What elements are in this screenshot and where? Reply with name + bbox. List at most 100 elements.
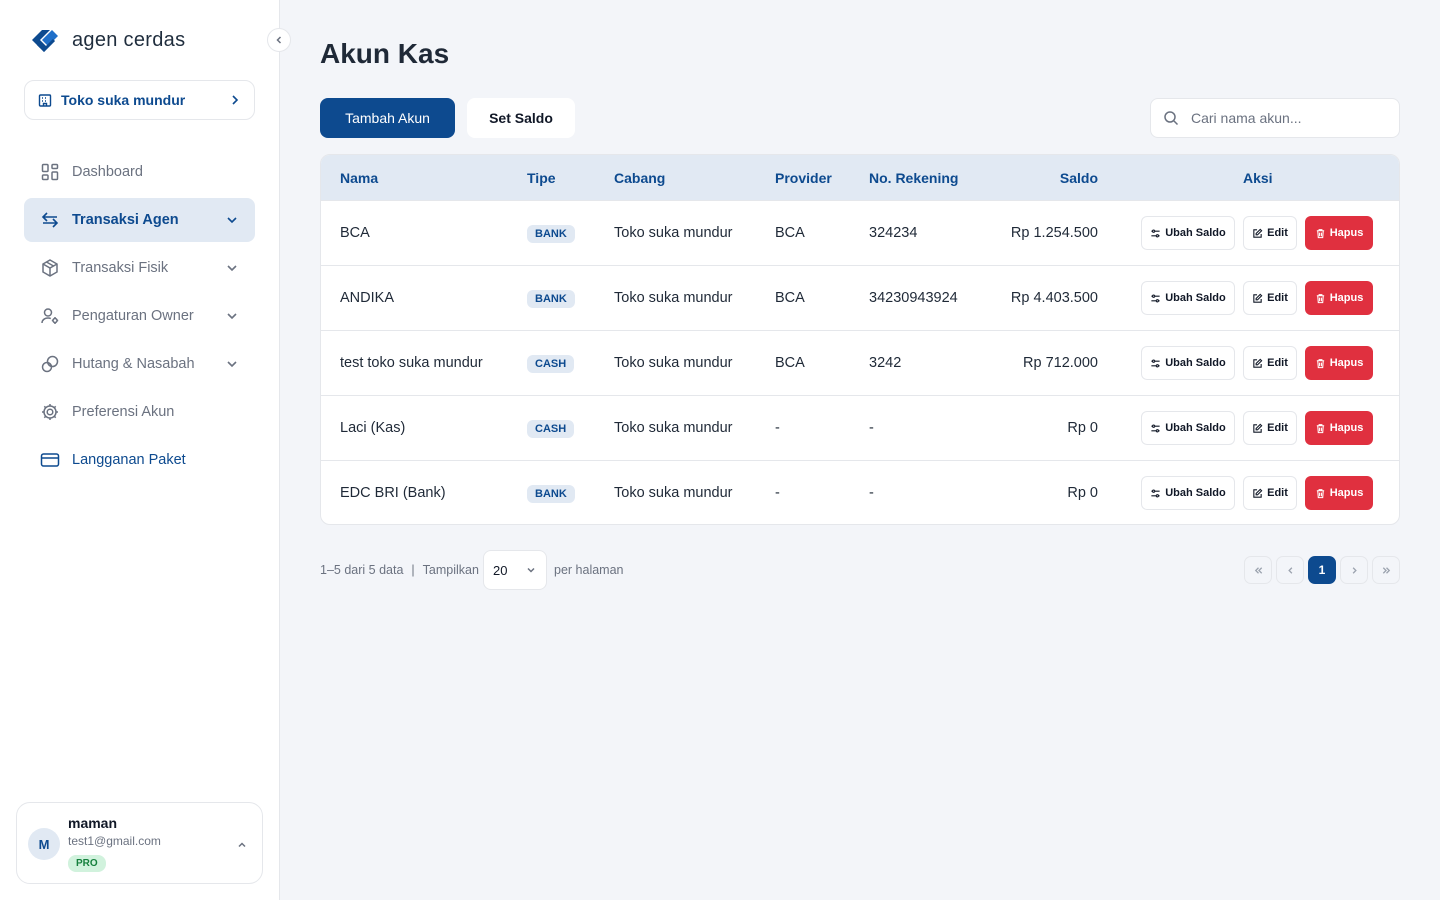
per-page-label: per halaman — [554, 563, 624, 577]
header-cabang[interactable]: Cabang — [614, 170, 665, 186]
edit-button[interactable]: Edit — [1243, 476, 1297, 510]
gear-icon — [42, 404, 58, 420]
nav-label: Dashboard — [72, 164, 143, 180]
header-nama[interactable]: Nama — [340, 170, 378, 186]
search-input[interactable] — [1191, 110, 1371, 126]
type-badge: CASH — [527, 420, 575, 438]
chevron-down-icon — [227, 265, 237, 272]
page-title: Akun Kas — [320, 38, 450, 69]
user-card[interactable]: M maman test1@gmail.com PRO — [16, 802, 263, 884]
ubah-saldo-button[interactable]: Ubah Saldo — [1141, 476, 1235, 510]
ubah-saldo-button[interactable]: Ubah Saldo — [1141, 346, 1235, 380]
cell-rekening: 3242 — [869, 355, 902, 371]
cell-saldo: Rp 4.403.500 — [1010, 290, 1098, 306]
sliders-icon — [1151, 489, 1160, 497]
chevron-right-icon — [232, 95, 239, 105]
cell-saldo: Rp 0 — [1067, 485, 1098, 501]
ubah-saldo-button[interactable]: Ubah Saldo — [1141, 216, 1235, 250]
cell-cabang: Toko suka mundur — [614, 355, 733, 371]
nav-item-dashboard[interactable]: Dashboard — [24, 150, 255, 194]
page-size-value: 20 — [493, 562, 508, 578]
collapse-sidebar-button[interactable] — [267, 28, 291, 52]
chevron-right-icon — [1352, 566, 1357, 574]
trash-icon — [1316, 293, 1324, 303]
trash-icon — [1316, 488, 1324, 498]
button-label: Hapus — [1329, 422, 1364, 434]
chevron-left-icon — [1287, 566, 1292, 574]
button-label: Edit — [1267, 487, 1288, 499]
cell-provider: BCA — [775, 290, 805, 306]
double-chevron-left-icon — [1254, 566, 1262, 574]
nav-item-transaksi-fisik[interactable]: Transaksi Fisik — [24, 246, 255, 290]
header-provider[interactable]: Provider — [775, 170, 832, 186]
building-icon — [38, 94, 52, 107]
trash-icon — [1316, 423, 1324, 433]
button-label: Hapus — [1329, 487, 1364, 499]
type-badge: CASH — [527, 355, 575, 373]
button-label: Hapus — [1329, 292, 1364, 304]
app-name: agen cerdas — [72, 28, 186, 51]
cell-saldo: Rp 1.254.500 — [1010, 225, 1098, 241]
chevron-up-icon — [238, 842, 246, 848]
dashboard-icon — [41, 163, 59, 181]
button-label: Hapus — [1329, 227, 1364, 239]
edit-icon — [1253, 228, 1263, 238]
button-label: Ubah Saldo — [1165, 227, 1226, 239]
next-page-button[interactable] — [1340, 556, 1368, 584]
nav-item-transaksi-agen[interactable]: Transaksi Agen — [24, 198, 255, 242]
sliders-icon — [1151, 424, 1160, 432]
delete-button[interactable]: Hapus — [1305, 476, 1373, 510]
ubah-saldo-button[interactable]: Ubah Saldo — [1141, 281, 1235, 315]
branch-selector[interactable]: Toko suka mundur — [24, 80, 255, 120]
cell-rekening: 324234 — [869, 225, 918, 241]
sliders-icon — [1151, 229, 1160, 237]
app-logo[interactable]: agen cerdas — [28, 26, 185, 54]
nav-item-preferensi-akun[interactable]: Preferensi Akun — [24, 390, 255, 434]
page-button-current[interactable]: 1 — [1308, 556, 1336, 584]
edit-button[interactable]: Edit — [1243, 281, 1297, 315]
edit-button[interactable]: Edit — [1243, 216, 1297, 250]
cell-rekening: - — [869, 485, 874, 501]
logo-icon — [32, 30, 58, 53]
set-saldo-button[interactable]: Set Saldo — [467, 98, 575, 138]
table-row: BCA BANK Toko suka mundur BCA 324234 Rp 1.254… — [321, 200, 1399, 265]
delete-button[interactable]: Hapus — [1305, 216, 1373, 250]
search-box[interactable] — [1150, 98, 1400, 138]
cell-saldo: Rp 0 — [1067, 420, 1098, 436]
table-row: EDC BRI (Bank) BANK Toko suka mundur - - Rp 0… — [321, 460, 1399, 524]
box-icon — [42, 259, 58, 277]
credit-card-icon — [40, 453, 60, 467]
header-saldo[interactable]: Saldo — [1060, 170, 1098, 186]
coins-icon — [41, 355, 59, 373]
page-size-select[interactable]: 20 — [483, 550, 547, 590]
nav-item-hutang-nasabah[interactable]: Hutang & Nasabah — [24, 342, 255, 386]
plan-badge: PRO — [68, 855, 106, 872]
prev-page-button[interactable] — [1276, 556, 1304, 584]
cell-nama: test toko suka mundur — [340, 355, 483, 371]
last-page-button[interactable] — [1372, 556, 1400, 584]
nav-item-pengaturan-owner[interactable]: Pengaturan Owner — [24, 294, 255, 338]
cell-provider: BCA — [775, 225, 805, 241]
cell-rekening: - — [869, 420, 874, 436]
button-label: Ubah Saldo — [1165, 487, 1226, 499]
sidebar: agen cerdas Toko suka mundur Dashboard T… — [0, 0, 280, 900]
add-account-button[interactable]: Tambah Akun — [320, 98, 455, 138]
button-label: Ubah Saldo — [1165, 357, 1226, 369]
first-page-button[interactable] — [1244, 556, 1272, 584]
edit-button[interactable]: Edit — [1243, 346, 1297, 380]
cell-rekening: 34230943924 — [869, 290, 958, 306]
delete-button[interactable]: Hapus — [1305, 281, 1373, 315]
header-tipe[interactable]: Tipe — [527, 170, 556, 186]
delete-button[interactable]: Hapus — [1305, 346, 1373, 380]
cell-nama: EDC BRI (Bank) — [340, 485, 446, 501]
delete-button[interactable]: Hapus — [1305, 411, 1373, 445]
ubah-saldo-button[interactable]: Ubah Saldo — [1141, 411, 1235, 445]
nav-item-langganan-paket[interactable]: Langganan Paket — [24, 438, 255, 482]
avatar: M — [28, 828, 60, 860]
edit-button[interactable]: Edit — [1243, 411, 1297, 445]
nav-label: Transaksi Agen — [72, 212, 179, 228]
header-rekening[interactable]: No. Rekening — [869, 170, 958, 186]
edit-icon — [1253, 358, 1263, 368]
user-name: maman — [68, 815, 118, 831]
cell-provider: BCA — [775, 355, 805, 371]
